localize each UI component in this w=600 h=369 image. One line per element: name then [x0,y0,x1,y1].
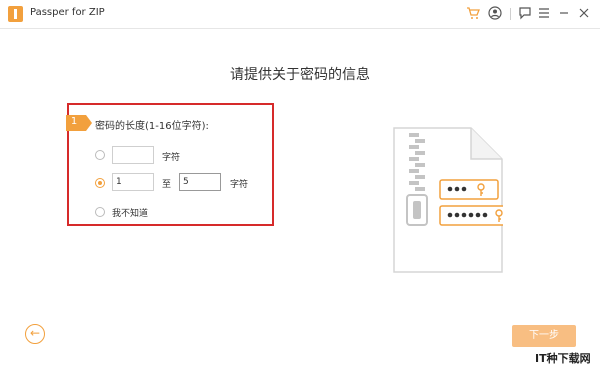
step-badge: 1 [66,115,92,131]
minimize-icon[interactable] [556,6,572,22]
cart-icon[interactable] [465,6,481,22]
radio-length-range[interactable] [95,178,105,188]
app-title: Passper for ZIP [30,7,105,18]
arrow-left-icon: ← [29,326,41,340]
exact-length-input[interactable] [112,146,154,164]
account-icon[interactable] [487,6,503,22]
range-to-input[interactable]: 5 [179,173,221,191]
next-button[interactable]: 下一步 [512,325,576,347]
back-button[interactable]: ← [25,324,45,344]
step-label: 密码的长度(1-16位字符): [95,121,209,132]
unknown-length-label: 我不知道 [112,209,149,219]
feedback-icon[interactable] [517,6,533,22]
range-unit: 字符 [230,180,249,190]
radio-unknown-length[interactable] [95,207,105,217]
title-bar: Passper for ZIP [0,0,600,29]
radio-exact-length[interactable] [95,150,105,160]
titlebar-divider [510,8,511,20]
exact-length-unit: 字符 [162,153,181,163]
range-from-input[interactable]: 1 [112,173,154,191]
app-logo-icon [8,6,23,22]
step-number: 1 [70,116,78,127]
page-title: 请提供关于密码的信息 [230,67,370,83]
menu-icon[interactable] [536,6,552,22]
watermark: IT种下载网 [535,352,591,365]
close-icon[interactable] [576,6,592,22]
range-separator: 至 [162,180,172,190]
zip-file-illustration-icon [393,127,503,273]
